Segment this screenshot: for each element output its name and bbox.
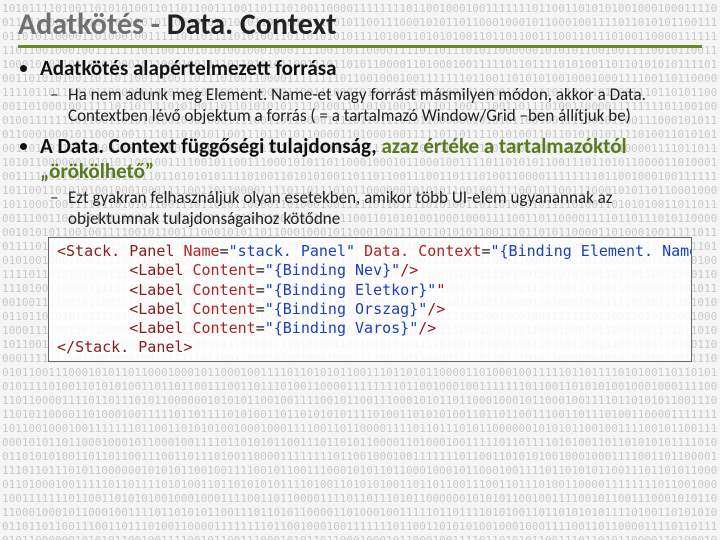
code-label-1: Label [138, 261, 183, 279]
bullet-1: Adatkötés alapértelmezett forrása Ha nem… [40, 56, 702, 126]
code-content-4: Content [192, 319, 255, 337]
code-dc-attr: Data. Context [364, 242, 481, 260]
bullet-1-sub: Ha nem adunk meg Element. Name-et vagy f… [68, 85, 702, 126]
code-close-tag: Stack. Panel [75, 338, 183, 356]
code-label-3: Label [138, 300, 183, 318]
code-dc-val: "{Binding Element. Name=combo. Box. Szem… [491, 242, 693, 260]
bullet-2-sub: Ezt gyakran felhasználjuk olyan esetekbe… [68, 188, 702, 229]
code-v2: "{Binding Eletkor}" [265, 281, 437, 299]
title-main: Data. Context [167, 6, 337, 43]
slide-title: Adatkötés - Data. Context [18, 6, 702, 43]
code-v3: "{Binding Orszag}" [265, 300, 428, 318]
bullet-1-text: Adatkötés alapértelmezett forrása [40, 55, 336, 81]
bullet-list: Adatkötés alapértelmezett forrása Ha nem… [18, 56, 702, 229]
code-label-2: Label [138, 281, 183, 299]
code-content-3: Content [192, 300, 255, 318]
bullet-2: A Data. Context függőségi tulajdonság, a… [40, 134, 702, 229]
bullet-2-text-a: A Data. Context függőségi tulajdonság, [40, 133, 381, 159]
title-prefix: Adatkötés - [18, 6, 167, 43]
code-example: <Stack. Panel Name="stack. Panel" Data. … [48, 237, 692, 362]
code-v4: "{Binding Varos}" [265, 319, 419, 337]
title-underline [18, 45, 702, 48]
code-v1: "{Binding Nev}" [265, 261, 400, 279]
code-name-val: "stack. Panel" [229, 242, 355, 260]
code-label-4: Label [138, 319, 183, 337]
code-content-2: Content [192, 281, 255, 299]
code-content-1: Content [192, 261, 255, 279]
code-name-attr: Name [183, 242, 219, 260]
slide-content: Adatkötés - Data. Context Adatkötés alap… [0, 0, 720, 366]
code-open-tag: Stack. Panel [66, 242, 174, 260]
